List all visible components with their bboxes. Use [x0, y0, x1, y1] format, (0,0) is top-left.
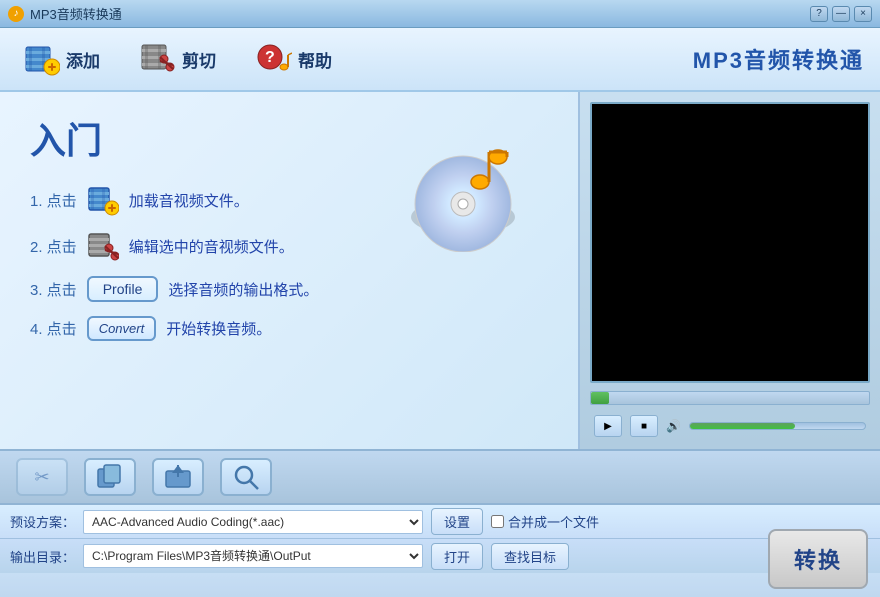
settings-button[interactable]: 设置	[431, 508, 483, 535]
playback-controls: ▶ ■ 🔊	[590, 413, 870, 439]
scissors-button[interactable]: ✂	[16, 458, 68, 496]
step-4-text: 开始转换音频。	[166, 318, 548, 339]
cd-decoration	[408, 142, 518, 252]
step-3: 3. 点击 Profile 选择音频的输出格式。	[30, 276, 548, 302]
merge-checkbox[interactable]	[491, 515, 504, 528]
volume-icon: 🔊	[666, 419, 681, 433]
step-2-num: 2. 点击	[30, 236, 77, 257]
app-title: MP3音频转换通	[693, 43, 864, 75]
window-controls: ? — ×	[810, 6, 872, 22]
toolbox-bar: ✂	[0, 449, 880, 505]
step-3-num: 3. 点击	[30, 279, 77, 300]
minimize-btn[interactable]: —	[832, 6, 850, 22]
output-select[interactable]: C:\Program Files\MP3音频转换通\OutPut	[83, 544, 423, 568]
cut-button[interactable]: 剪切	[132, 35, 224, 84]
help-label: 帮助	[298, 47, 332, 72]
app-icon: ♪	[8, 6, 24, 22]
step-3-text: 选择音频的输出格式。	[168, 279, 548, 300]
title-bar-text: MP3音频转换通	[30, 4, 810, 23]
close-btn[interactable]: ×	[854, 6, 872, 22]
step-2-icon	[87, 230, 119, 262]
toolbar: 添加 剪切 ?	[0, 28, 880, 92]
add-icon	[24, 41, 60, 77]
output-label: 输出目录：	[10, 547, 75, 566]
progress-bar[interactable]	[590, 391, 870, 405]
video-screen	[590, 102, 870, 383]
cut-icon	[140, 39, 176, 80]
intro-panel: 入门 1. 点击 加载音视频文件。 2. 点击	[0, 92, 580, 449]
output-row: 输出目录： C:\Program Files\MP3音频转换通\OutPut 打…	[0, 539, 880, 573]
help-btn[interactable]: ?	[810, 6, 828, 22]
help-button[interactable]: ? 帮助	[248, 35, 340, 84]
preset-select[interactable]: AAC-Advanced Audio Coding(*.aac)	[83, 510, 423, 534]
step-1-num: 1. 点击	[30, 190, 77, 211]
svg-text:?: ?	[265, 49, 275, 66]
convert-big-button[interactable]: 转换	[768, 529, 868, 589]
stop-button[interactable]: ■	[630, 415, 658, 437]
play-button[interactable]: ▶	[594, 415, 622, 437]
export-button[interactable]	[152, 458, 204, 496]
title-bar: ♪ MP3音频转换通 ? — ×	[0, 0, 880, 28]
step-1-icon	[87, 184, 119, 216]
open-button[interactable]: 打开	[431, 543, 483, 570]
convert-button-small[interactable]: Convert	[87, 316, 157, 341]
copy-button[interactable]	[84, 458, 136, 496]
find-button[interactable]: 查找目标	[491, 543, 569, 570]
add-button[interactable]: 添加	[16, 37, 108, 81]
merge-label: 合并成一个文件	[491, 512, 599, 531]
volume-slider[interactable]	[689, 422, 866, 430]
progress-fill	[591, 392, 609, 404]
step-4-num: 4. 点击	[30, 318, 77, 339]
step-4: 4. 点击 Convert 开始转换音频。	[30, 316, 548, 341]
settings-row: 预设方案： AAC-Advanced Audio Coding(*.aac) 设…	[0, 505, 880, 539]
cut-label: 剪切	[182, 47, 216, 72]
video-panel: ▶ ■ 🔊	[580, 92, 880, 449]
main-area: 入门 1. 点击 加载音视频文件。 2. 点击	[0, 92, 880, 449]
search-button[interactable]	[220, 458, 272, 496]
volume-fill	[690, 423, 795, 429]
preset-label: 预设方案：	[10, 512, 75, 531]
bottom-area: 预设方案： AAC-Advanced Audio Coding(*.aac) 设…	[0, 505, 880, 597]
add-label: 添加	[66, 47, 100, 72]
profile-button[interactable]: Profile	[87, 276, 159, 302]
help-icon: ?	[256, 39, 292, 80]
